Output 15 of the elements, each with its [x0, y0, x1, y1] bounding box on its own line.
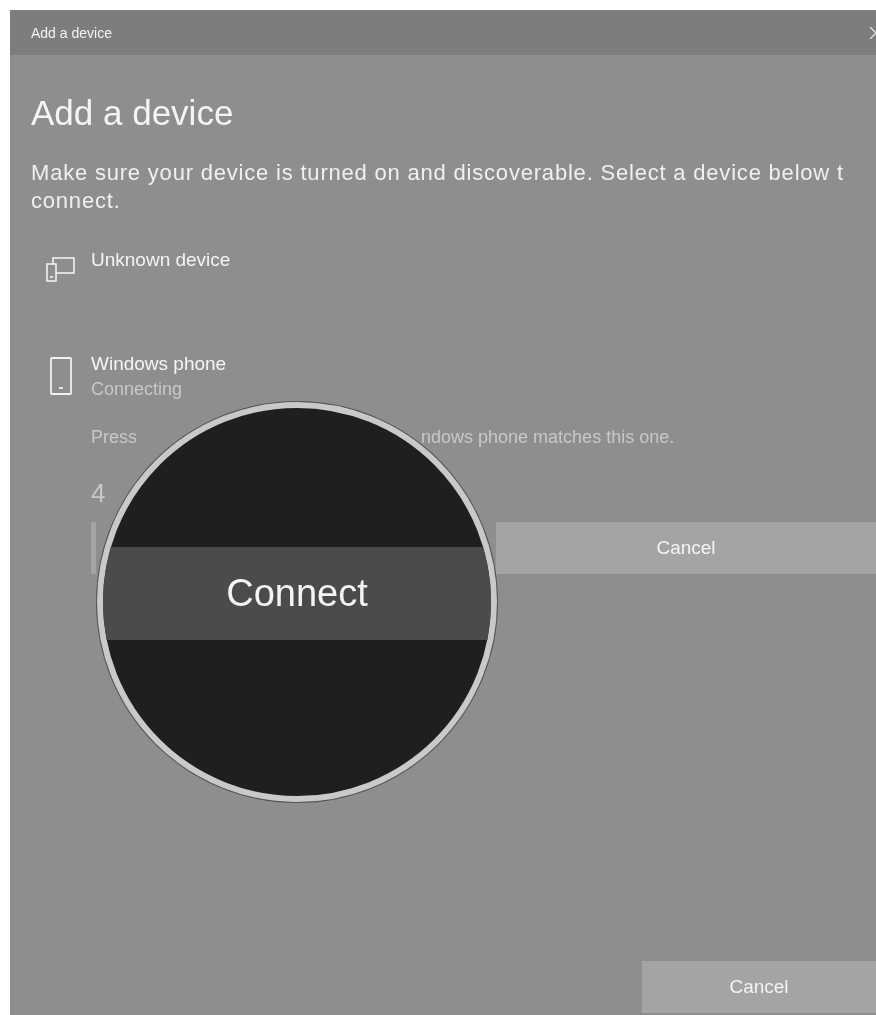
page-heading: Add a device [31, 93, 235, 133]
pin-prompt-text: ndows phone matches this one. [421, 427, 675, 448]
device-name[interactable]: Windows phone [91, 351, 876, 377]
pin-prompt-text: Press [91, 427, 137, 448]
pin-code: 4 [91, 478, 107, 508]
device-status: Connecting [91, 378, 184, 401]
devices-icon [46, 255, 76, 283]
close-icon[interactable] [870, 26, 876, 39]
window-title: Add a device [31, 24, 112, 41]
device-name[interactable]: Unknown device [91, 247, 231, 273]
connect-button[interactable]: Connect [103, 546, 491, 640]
cancel-button[interactable]: Cancel [496, 522, 876, 574]
instructions-text: Make sure your device is turned on and discoverable. Select a device below t connect. [31, 159, 845, 215]
phone-icon [50, 357, 72, 395]
cancel-button[interactable]: Cancel [642, 961, 876, 1013]
